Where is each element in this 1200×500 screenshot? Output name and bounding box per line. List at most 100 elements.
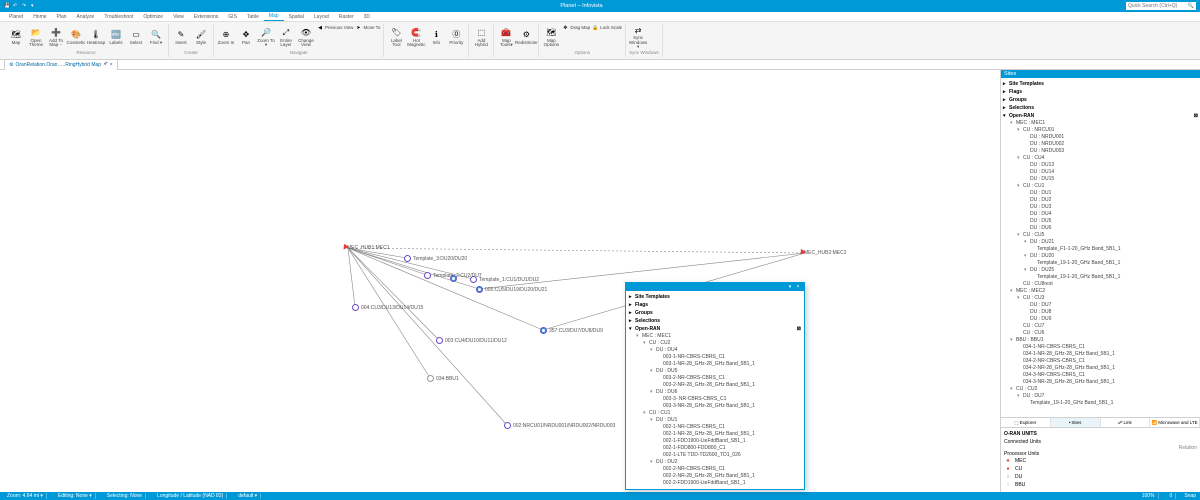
tree-item[interactable]: 002-2-NR-28_GHz-28_GHz Band_5B1_1 bbox=[657, 473, 801, 480]
panel-section[interactable]: ▸Groups bbox=[1003, 96, 1198, 104]
ribbon-button[interactable]: 🔍Find ▾ bbox=[147, 24, 165, 50]
ribbon-tab-layout[interactable]: Layout bbox=[309, 12, 334, 21]
tree-item[interactable]: MEC : MEC1CU : CU2DU : DU4003-1-NR-CBRS-… bbox=[636, 333, 801, 487]
node-du[interactable]: 002:NRCU01/NRDU001/NRDU002/NRDU003 bbox=[504, 422, 615, 429]
ribbon-tab-3d[interactable]: 3D bbox=[359, 12, 375, 21]
tree-item[interactable]: MEC : MEC1CU : NRCU01DU : NRDU001DU : NR… bbox=[1010, 120, 1198, 288]
tree-item[interactable]: DU : DU2002-2-NR-CBRS-CBRS_C1002-2-NR-28… bbox=[650, 459, 801, 487]
node-mec[interactable]: MEC_HUB2:MEC2 bbox=[802, 250, 847, 256]
filter-icon[interactable]: ⊠ bbox=[797, 326, 801, 332]
panel-section[interactable]: ▸Flags bbox=[1003, 88, 1198, 96]
ribbon-button[interactable]: 🎨Cosmetic bbox=[67, 24, 85, 50]
tree-item[interactable]: Template_F1-1-20_GHz Band_5B1_1 bbox=[1031, 246, 1198, 253]
tree-item[interactable]: DU : DU4003-1-NR-CBRS-CBRS_C1003-1-NR-28… bbox=[650, 347, 801, 368]
tree-item[interactable]: DU : DU2 bbox=[1024, 197, 1198, 204]
undo-icon[interactable]: ↶ bbox=[13, 3, 19, 9]
floating-panel-titlebar[interactable]: ▾ × bbox=[626, 283, 804, 291]
ribbon-tab-home[interactable]: Home bbox=[28, 12, 51, 21]
tree-item[interactable]: DU : DU25Template_19-1-20_GHz Band_5B1_1 bbox=[1024, 267, 1198, 281]
floating-sites-panel[interactable]: ▾ × ▸Site Templates▸Flags▸Groups▸Selecti… bbox=[625, 282, 805, 490]
node-du[interactable]: 357:CU3/DU7/DU8/DU9 bbox=[540, 327, 603, 334]
tree-item[interactable]: 002-1-NR-CBRS-CBRS_C1 bbox=[657, 424, 801, 431]
tree-item[interactable]: DU : DU5003-2-NR-CBRS-CBRS_C1003-2-NR-28… bbox=[650, 368, 801, 389]
tree-item[interactable]: 034-3-NR-28_GHz-28_GHz Band_5B1_1 bbox=[1017, 379, 1198, 386]
tree-item[interactable]: CU : CU6 bbox=[1017, 330, 1198, 337]
panel-section[interactable]: ▸Site Templates bbox=[629, 293, 801, 301]
tree-item[interactable]: DU : DU4 bbox=[1024, 211, 1198, 218]
node-du[interactable]: Template_3:DU20/DU20 bbox=[404, 255, 467, 262]
ribbon-tab-map[interactable]: Map bbox=[264, 12, 284, 21]
map-canvas[interactable]: MEC_HUB1:MEC1 MEC_HUB2:MEC2 Template_3:DU2… bbox=[0, 70, 1000, 492]
tree-item[interactable]: 002-1-FDD800-FDD800_C1 bbox=[657, 445, 801, 452]
filter-icon[interactable]: ⊠ bbox=[1194, 113, 1198, 119]
tree-item[interactable]: 003-1-NR-28_GHz-28_GHz Band_5B1_1 bbox=[657, 361, 801, 368]
panel-section[interactable]: ▸Selections bbox=[629, 317, 801, 325]
tree-item[interactable]: 002-2-NR-CBRS-CBRS_C1 bbox=[657, 466, 801, 473]
tree-item[interactable]: CU : CU8rest bbox=[1017, 281, 1198, 288]
tree-item[interactable]: BBU : BBU1034-1-NR-CBRS-CBRS_C1034-1-NR-… bbox=[1010, 337, 1198, 386]
ribbon-button[interactable]: 📂Open Theme bbox=[27, 24, 45, 50]
tree-item[interactable]: 003-2-NR-CBRS-CBRS_C1 bbox=[657, 375, 801, 382]
side-tab-sites[interactable]: •Sites bbox=[1051, 418, 1101, 427]
ribbon-button[interactable]: ➕Add To Map··· bbox=[47, 24, 65, 50]
site-tree[interactable]: MEC : MEC1CU : NRCU01DU : NRDU001DU : NR… bbox=[1003, 120, 1198, 407]
tree-item[interactable]: DU : DU3 bbox=[1024, 204, 1198, 211]
tree-item[interactable]: DU : DU14 bbox=[1024, 169, 1198, 176]
search-button[interactable]: 🔍 bbox=[1186, 2, 1196, 10]
ribbon-button[interactable]: ◀Previous View bbox=[317, 24, 353, 32]
tree-item[interactable]: Template_19-1-20_GHz Band_5B1_1 bbox=[1031, 260, 1198, 267]
ribbon-button[interactable]: 🗺Map bbox=[7, 24, 25, 50]
panel-section[interactable]: ▸Site Templates bbox=[1003, 80, 1198, 88]
node-mec[interactable]: MEC_HUB1:MEC1 bbox=[345, 245, 390, 251]
tree-item[interactable]: CU : NRCU01DU : NRDU001DU : NRDU002DU : … bbox=[1017, 127, 1198, 155]
ribbon-button[interactable]: ⓪Priority bbox=[447, 24, 465, 50]
node-du[interactable]: 005:CU5/DU19/DU20/DU21 bbox=[476, 286, 547, 293]
ribbon-tab-extensions[interactable]: Extensions bbox=[189, 12, 223, 21]
node-du[interactable]: 003:CU4/DU10/DU11/DU12 bbox=[436, 337, 507, 344]
panel-section[interactable]: ▸Groups bbox=[629, 309, 801, 317]
tree-item[interactable]: 002-1-LTE TDD-TD2600_TD1_026 bbox=[657, 452, 801, 459]
tree-item[interactable]: CU : CU2DU : DU4003-1-NR-CBRS-CBRS_C1003… bbox=[643, 340, 801, 410]
ribbon-tab-optimize[interactable]: Optimize bbox=[138, 12, 168, 21]
floating-site-tree[interactable]: MEC : MEC1CU : CU2DU : DU4003-1-NR-CBRS-… bbox=[629, 333, 801, 487]
ribbon-button[interactable]: ➤Move To bbox=[355, 24, 380, 32]
ribbon-button[interactable]: ✎Insert bbox=[172, 24, 190, 50]
close-icon[interactable]: × bbox=[110, 62, 113, 68]
ribbon-button[interactable]: 🔤Labels bbox=[107, 24, 125, 50]
panel-section[interactable]: ▸Selections bbox=[1003, 104, 1198, 112]
ribbon-tab-plan[interactable]: Plan bbox=[52, 12, 72, 21]
ribbon-button[interactable]: ⬚Add Hybrid bbox=[472, 24, 490, 50]
tree-item[interactable]: MEC : MEC2CU : CU3DU : DU7DU : DU8DU : D… bbox=[1010, 288, 1198, 337]
ribbon-button[interactable]: ⚙Redistricter bbox=[517, 24, 535, 50]
ribbon-button[interactable]: ⤢Entire Layer bbox=[277, 24, 295, 50]
side-tab-link[interactable]: ☍Link bbox=[1101, 418, 1151, 427]
tree-item[interactable]: Template_19-1-20_GHz Band_5B1_1 bbox=[1031, 274, 1198, 281]
ribbon-tab-analyze[interactable]: Analyze bbox=[72, 12, 100, 21]
tree-item[interactable]: DU : DU7 bbox=[1024, 302, 1198, 309]
tree-item[interactable]: 002-1-FDD1900-LteFddBand_SB1_1 bbox=[657, 438, 801, 445]
tree-item[interactable]: 002-2-FDD1900-LteFddBand_SB1_1 bbox=[657, 480, 801, 487]
ribbon-tab-gis[interactable]: GIS bbox=[223, 12, 242, 21]
tree-item[interactable]: 002-1-NR-28_GHz-28_GHz Band_5B1_1 bbox=[657, 431, 801, 438]
tree-item[interactable]: DU : DU9 bbox=[1024, 316, 1198, 323]
panel-section[interactable]: ▾Open-RAN⊠ bbox=[629, 325, 801, 333]
ribbon-tab-raster[interactable]: Raster bbox=[334, 12, 359, 21]
tree-item[interactable]: 003-1-NR-CBRS-CBRS_C1 bbox=[657, 354, 801, 361]
redo-icon[interactable]: ↷ bbox=[22, 3, 28, 9]
tree-item[interactable]: DU : NRDU001 bbox=[1024, 134, 1198, 141]
tree-item[interactable]: DU : DU7Template_19-1-20_GHz Band_5B1_1 bbox=[1017, 393, 1198, 407]
ribbon-tab-troubleshoot[interactable]: Troubleshoot bbox=[99, 12, 138, 21]
panel-section[interactable]: ▾Open-RAN⊠ bbox=[1003, 112, 1198, 120]
status-zoom[interactable]: Zoom: 4.64 mi ▾ bbox=[4, 493, 47, 499]
tree-item[interactable]: DU : NRDU003 bbox=[1024, 148, 1198, 155]
quick-search-input[interactable] bbox=[1126, 2, 1186, 10]
tree-item[interactable]: CU : CU7 bbox=[1017, 323, 1198, 330]
tree-item[interactable]: DU : DU20Template_19-1-20_GHz Band_5B1_1 bbox=[1024, 253, 1198, 267]
side-tab-microwave-and-lte[interactable]: 📶Microwave and LTE bbox=[1150, 418, 1200, 427]
ribbon-button[interactable]: ✥Pan bbox=[237, 24, 255, 50]
ribbon-button[interactable]: 🧲Hot Magnetic bbox=[407, 24, 425, 50]
ribbon-button[interactable]: 👁Change View bbox=[297, 24, 315, 50]
ribbon-button[interactable]: ⊕Zoom In bbox=[217, 24, 235, 50]
side-tab-explorer[interactable]: ⬚Explorer bbox=[1001, 418, 1051, 427]
tree-item[interactable]: CU : CU4DU : DU13DU : DU14DU : DU15 bbox=[1017, 155, 1198, 183]
